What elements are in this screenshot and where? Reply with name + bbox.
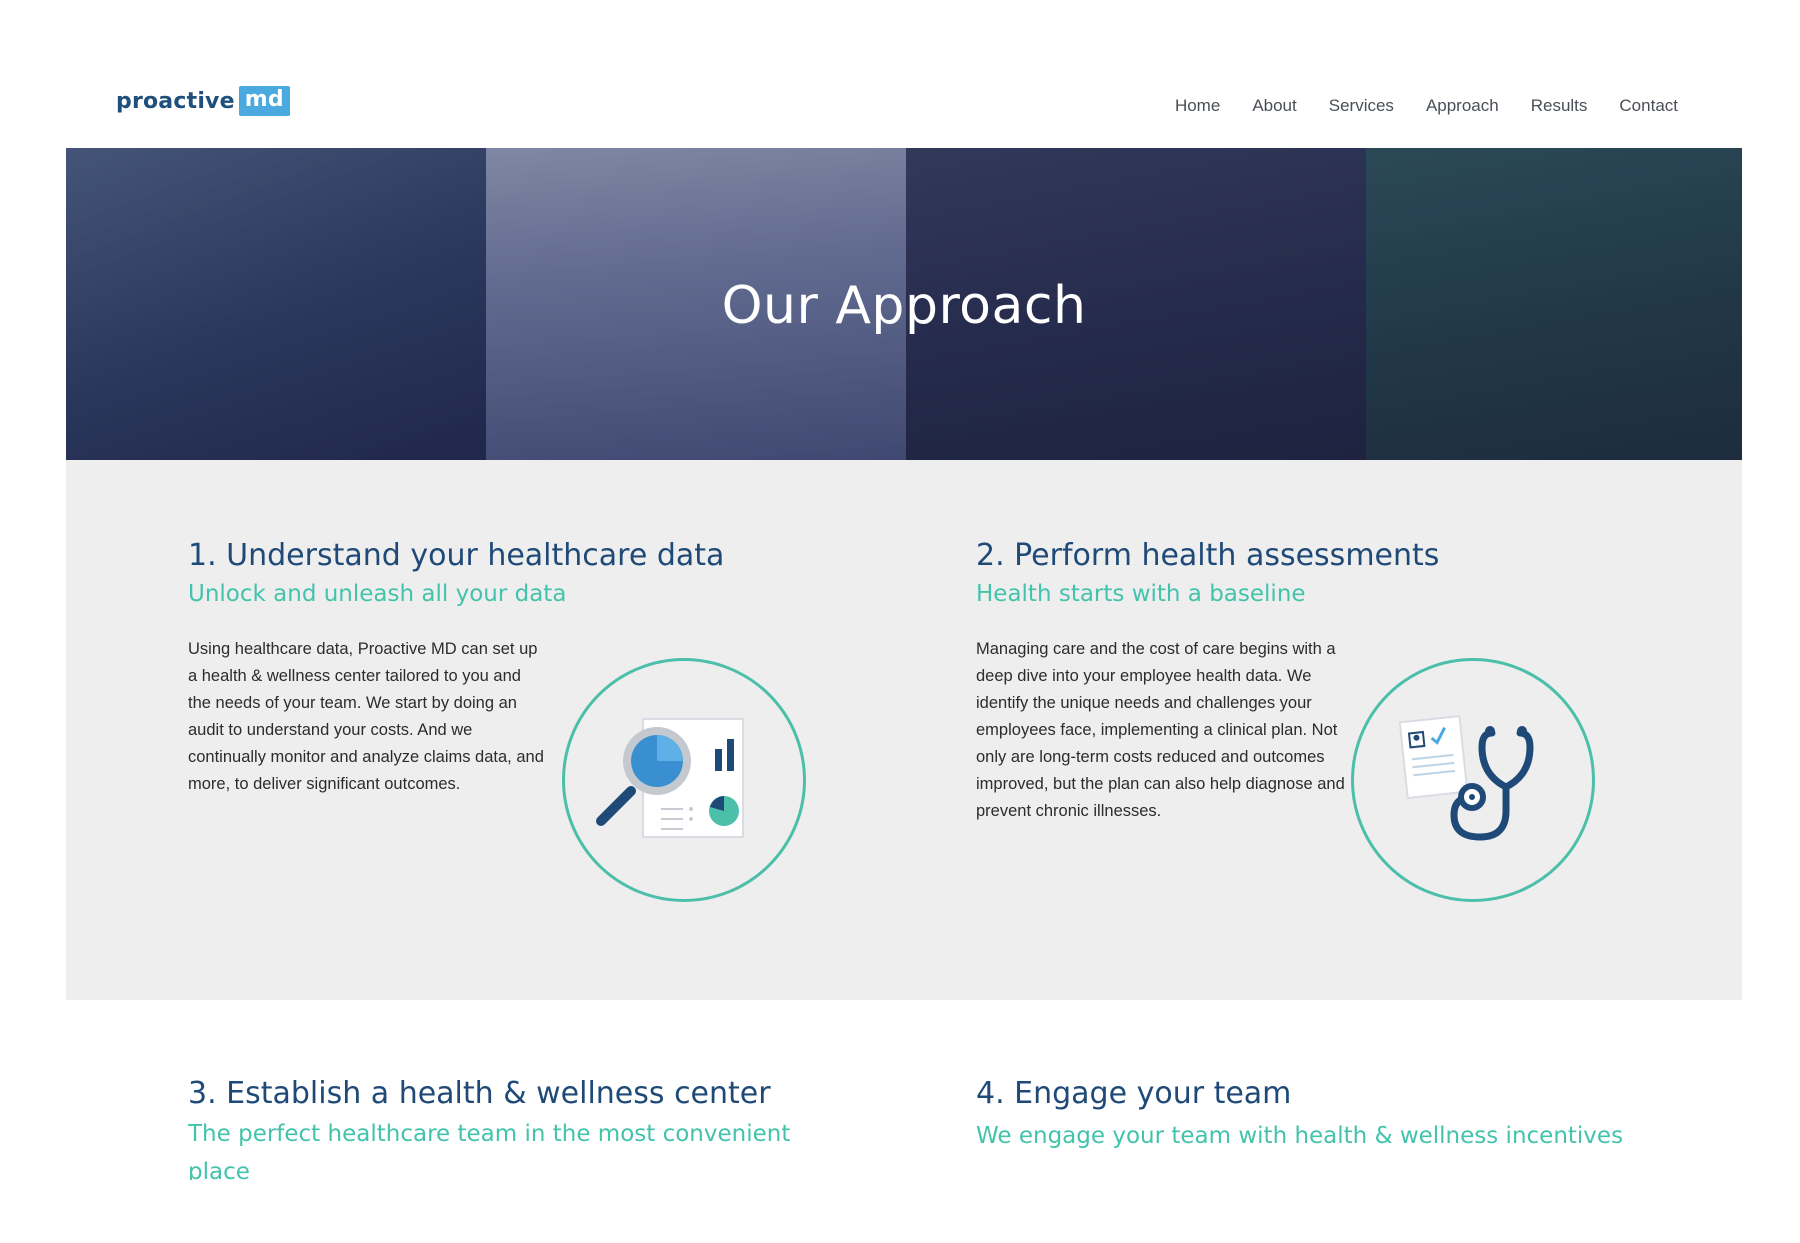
logo-word: proactive [116,88,235,114]
step-title: 2. Perform health assessments [976,538,1440,573]
step-title: 3. Establish a health & wellness center [188,1076,771,1111]
page-crop-edge [0,1180,1800,1243]
step-2-body: Managing care and the cost of care begin… [976,636,1346,825]
nav-home[interactable]: Home [1175,96,1220,116]
step-body-text: Managing care and the cost of care begin… [976,640,1345,820]
stethoscope-icon [1351,658,1595,902]
hero-title: Our Approach [721,276,1087,336]
page: proactive md Home About Services Approac… [0,0,1800,1243]
data-analysis-icon [562,658,806,902]
step-1-heading: 1. Understand your healthcare data Unloc… [188,538,724,607]
step-3-heading: 3. Establish a health & wellness center … [188,1076,808,1191]
logo-badge: md [238,86,290,116]
logo[interactable]: proactive md [116,86,290,116]
step-subtitle: Health starts with a baseline [976,581,1306,607]
main-nav: Home About Services Approach Results Con… [1175,96,1678,116]
nav-approach[interactable]: Approach [1426,96,1499,116]
step-body-text: Using healthcare data, Proactive MD can … [188,640,544,793]
step-title: 1. Understand your healthcare data [188,538,725,573]
nav-contact[interactable]: Contact [1619,96,1678,116]
step-4-heading: 4. Engage your team We engage your team … [976,1076,1623,1149]
nav-results[interactable]: Results [1531,96,1588,116]
nav-services[interactable]: Services [1329,96,1394,116]
hero-banner: Our Approach [66,148,1742,460]
step-2-heading: 2. Perform health assessments Health sta… [976,538,1439,607]
nav-about[interactable]: About [1252,96,1296,116]
step-subtitle: Unlock and unleash all your data [188,581,567,607]
step-subtitle: We engage your team with health & wellne… [976,1123,1624,1149]
step-title: 4. Engage your team [976,1076,1292,1111]
step-1-body: Using healthcare data, Proactive MD can … [188,636,548,798]
